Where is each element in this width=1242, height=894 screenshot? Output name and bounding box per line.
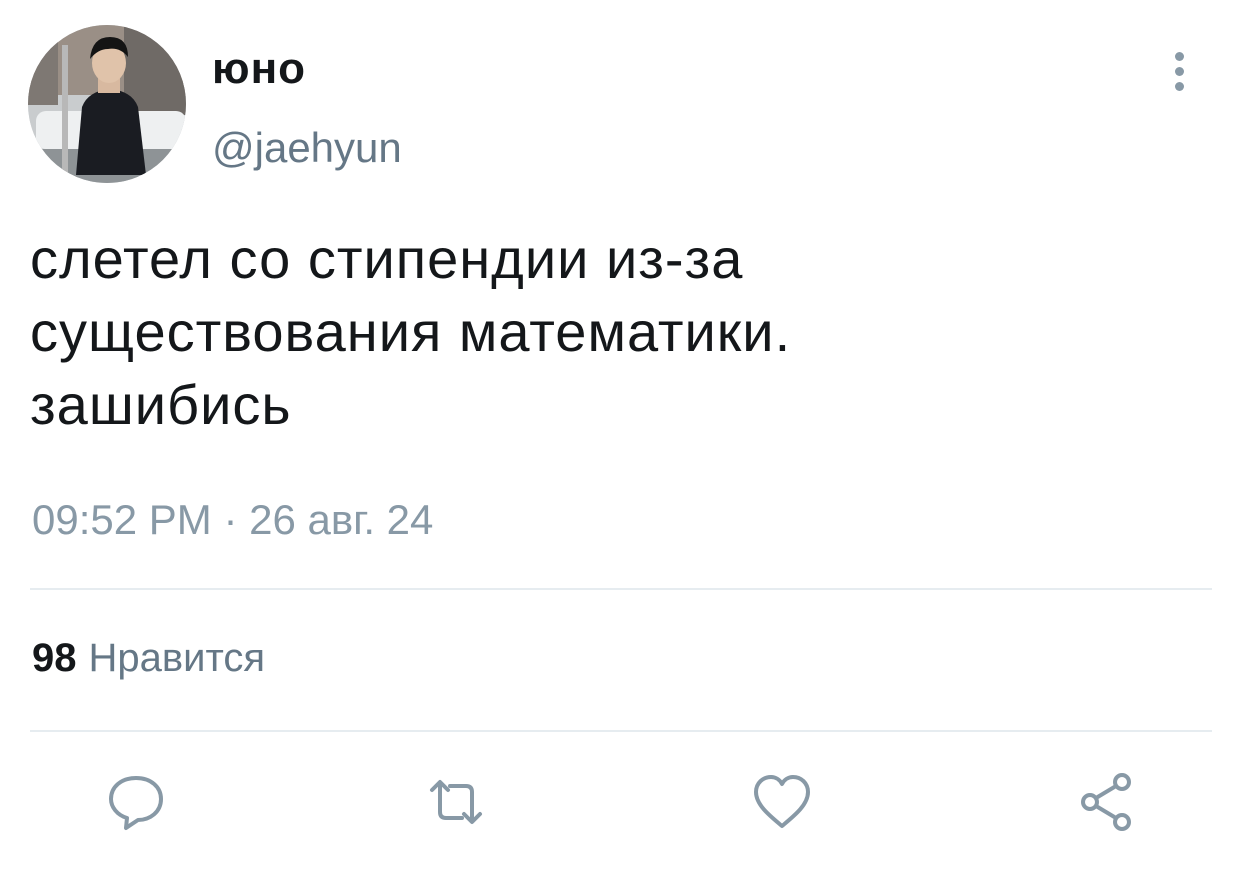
tweet-text: слетел со стипендии из-за существования … [30,222,1210,441]
tweet-text-line: слетел со стипендии из-за [30,227,744,290]
likes-label: Нравится [88,636,266,680]
user-handle[interactable]: @jaehyun [212,124,402,172]
likes-stat[interactable]: 98 Нравится [32,636,265,681]
avatar[interactable] [28,25,186,183]
more-options-button[interactable] [1164,52,1194,98]
avatar-photo [28,25,186,183]
tweet-text-line: зашибись [30,373,292,436]
heart-icon [754,775,810,828]
divider [30,730,1212,732]
more-dot [1174,52,1184,61]
share-icon [1081,773,1131,831]
reply-button[interactable] [104,770,168,834]
like-button[interactable] [750,770,814,834]
tweet-text-line: существования математики. [30,300,792,363]
display-name[interactable]: юно [212,44,306,94]
divider [30,588,1212,590]
more-dot [1174,82,1184,91]
speech-bubble-icon [109,776,163,830]
retweet-button[interactable] [424,770,488,834]
share-button[interactable] [1076,770,1140,834]
more-dot [1174,67,1184,76]
likes-count: 98 [32,636,77,680]
tweet-timestamp[interactable]: 09:52 PM · 26 авг. 24 [32,496,433,544]
retweet-icon [430,780,482,824]
